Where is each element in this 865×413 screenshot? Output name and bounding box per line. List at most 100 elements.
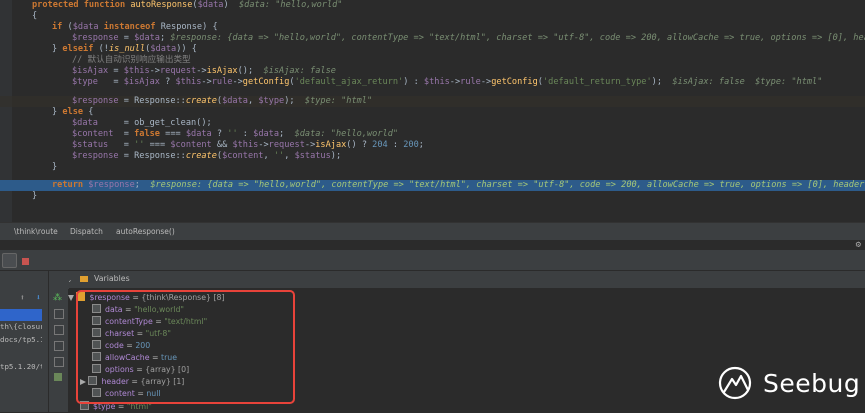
code-token: 'default_return_type' — [542, 77, 652, 87]
code-token: ; — [279, 129, 295, 139]
code-token: )) { — [176, 44, 197, 54]
annotation-highlight-box — [76, 290, 295, 404]
code-token: ) { — [202, 22, 218, 32]
code-token: -> — [232, 77, 243, 87]
code-token: ); — [330, 151, 342, 161]
variables-icon — [80, 276, 88, 282]
code-token: 200 — [403, 140, 419, 150]
code-token: -> — [196, 66, 207, 76]
frame-item[interactable]: tp5.1.20/thi — [0, 361, 42, 373]
inline-debug-value: $response: {data => "hello,world", conte… — [150, 180, 865, 190]
settings-icon[interactable] — [54, 373, 62, 381]
stop-icon[interactable] — [19, 253, 32, 266]
frame-item[interactable]: th\{closure — [0, 321, 42, 333]
code-token: = — [97, 77, 124, 87]
code-token: $data — [253, 129, 280, 139]
frame-item[interactable]: docs/tp5.1 — [0, 334, 42, 346]
code-token: $isAjax — [123, 77, 160, 87]
code-token: request — [159, 66, 197, 76]
add-watch-icon[interactable]: ⁂ — [53, 293, 62, 303]
code-token: $type — [258, 96, 285, 106]
code-token: rule — [211, 77, 233, 87]
debug-toolbar — [0, 250, 865, 271]
inline-debug-value: $type: "html" — [304, 96, 373, 106]
code-token: create — [185, 96, 217, 106]
inline-debug-value: $data: "hello,world" — [294, 129, 399, 139]
code-token: ? — [159, 77, 176, 87]
code-line-16: return $response; $response: {data => "h… — [52, 180, 865, 191]
watch-item-icon[interactable] — [54, 341, 64, 351]
code-token: = — [108, 66, 124, 76]
breadcrumb-item-namespace[interactable]: \think\route — [14, 227, 58, 236]
breadcrumb: \think\route Dispatch autoResponse() — [0, 222, 865, 241]
variables-title: Variables — [94, 274, 130, 283]
inline-debug-value: $response: {data => "hello,world", conte… — [170, 33, 865, 43]
breadcrumb-item-class[interactable]: Dispatch — [70, 227, 103, 236]
code-token: ); — [284, 96, 305, 106]
code-token: , — [247, 96, 259, 106]
code-token: '' — [273, 151, 285, 161]
code-token: '' — [134, 140, 145, 150]
copy-icon[interactable] — [54, 357, 64, 367]
code-token: ; — [159, 33, 171, 43]
code-token: { — [32, 11, 38, 21]
code-line-5: } elseif (!is_null($data)) { — [52, 44, 197, 55]
code-token: getConfig — [491, 77, 538, 87]
code-token: $data — [134, 33, 160, 43]
code-editor[interactable]: protected function autoResponse($data) $… — [0, 0, 865, 222]
code-token: ) : — [403, 77, 424, 87]
code-token: $this — [175, 77, 202, 87]
code-token: -> — [258, 140, 269, 150]
code-token: = ob_get_clean(); — [97, 118, 212, 128]
code-token: autoResponse — [130, 0, 193, 10]
code-line-15: } — [52, 162, 57, 173]
code-token: $data — [72, 118, 98, 128]
code-token: = — [118, 33, 135, 43]
code-token: Response — [160, 22, 203, 32]
code-token: () ? — [346, 140, 373, 150]
code-token: $type — [72, 77, 98, 87]
inline-debug-value: $isAjax: false — [263, 66, 336, 76]
arrow-down-icon[interactable]: ⬇ — [36, 293, 41, 302]
code-token: : — [387, 140, 404, 150]
variables-header: ⌄ Variables — [48, 271, 865, 289]
code-token: ? — [211, 129, 228, 139]
code-token: === — [159, 129, 186, 139]
code-token: $response — [88, 180, 135, 190]
code-token: create — [185, 151, 217, 161]
code-token: = — [108, 140, 135, 150]
panel-divider — [0, 240, 865, 250]
code-token: -> — [304, 140, 316, 150]
selected-frame[interactable] — [0, 309, 42, 321]
code-token: (! — [93, 44, 109, 54]
show-execution-point-icon[interactable] — [2, 253, 17, 268]
code-token: 'default_ajax_return' — [294, 77, 404, 87]
code-line-13: $status = '' === $content && $this->requ… — [72, 140, 424, 151]
code-token: $status — [72, 140, 109, 150]
code-token: -> — [480, 77, 492, 87]
code-token: getConfig — [242, 77, 290, 87]
code-token: $content — [170, 140, 212, 150]
watch-item-icon[interactable] — [54, 309, 64, 319]
code-token: === — [144, 140, 171, 150]
gear-icon[interactable]: ⚙ — [856, 240, 861, 250]
breadcrumb-item-method[interactable]: autoResponse() — [116, 227, 175, 236]
inline-debug-value: $data: "hello,world" — [239, 0, 343, 10]
code-token: $status — [294, 151, 331, 161]
code-token: = — [113, 129, 135, 139]
code-comment: // 默认自动识别响应输出类型 — [72, 55, 191, 65]
frames-list[interactable]: th\{closure docs/tp5.1 tp5.1.20/thi — [0, 307, 42, 412]
code-line-10: } else { — [52, 107, 93, 118]
code-token: , — [263, 151, 274, 161]
arrow-up-icon[interactable]: ⬆ — [20, 293, 25, 302]
watch-item-icon[interactable] — [54, 325, 64, 335]
code-token: '' — [227, 129, 238, 139]
code-token: $response — [72, 151, 119, 161]
code-token: = Response:: — [118, 96, 186, 106]
code-line-14: $response = Response::create($content, '… — [72, 151, 341, 162]
code-token: $isAjax — [72, 66, 109, 76]
code-token: -> — [149, 66, 160, 76]
code-token: 204 — [372, 140, 388, 150]
code-token: else — [62, 107, 84, 117]
code-token: false — [134, 129, 160, 139]
